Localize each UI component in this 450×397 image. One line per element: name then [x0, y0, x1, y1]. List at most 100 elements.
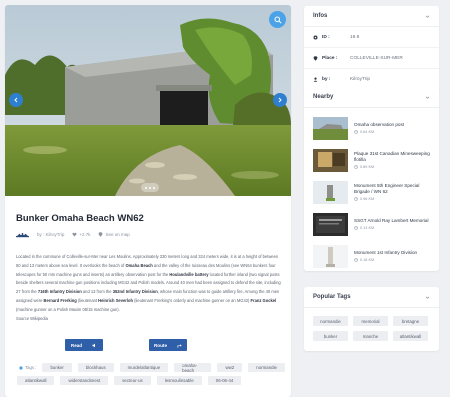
author-label[interactable]: by : KilroyTrip: [37, 232, 64, 237]
nearby-item[interactable]: Monument 5th Engineer Special Brigade / …: [304, 176, 439, 208]
chevron-down-icon: [425, 15, 430, 18]
nearby-name[interactable]: Plaque 31st Canadian Minesweeping flotil…: [354, 151, 430, 163]
nearby-thumbnail: [313, 116, 348, 140]
nearby-name[interactable]: Omaha observation post: [354, 122, 404, 128]
clock-icon: [354, 130, 358, 134]
read-button[interactable]: Read: [65, 339, 103, 351]
popular-tag[interactable]: bunker: [313, 331, 348, 341]
nearby-thumbnail: [313, 244, 348, 268]
info-panel: Infos ID : 19.9 Place : COLLEVILLE-SUR-MER b…: [304, 6, 439, 92]
tags-label: Tags :: [19, 365, 36, 370]
popular-header[interactable]: Popular Tags: [304, 287, 439, 308]
nearby-thumb[interactable]: [313, 116, 348, 140]
nearby-distance: 0.96 KM: [354, 197, 430, 201]
hero-photo[interactable]: [5, 5, 291, 196]
tag-chip[interactable]: omaha-beach: [174, 363, 212, 373]
info-key: ID :: [313, 35, 350, 40]
nearby-header[interactable]: Nearby: [304, 87, 439, 108]
info-header[interactable]: Infos: [304, 6, 439, 27]
bunker-photo: [5, 5, 291, 196]
nearby-item[interactable]: Plaque 31st Canadian Minesweeping flotil…: [304, 144, 439, 176]
heart-icon: [72, 232, 77, 236]
carousel-indicator[interactable]: [141, 183, 159, 192]
tag-chip[interactable]: atlantikwall: [17, 376, 55, 385]
info-key: Place :: [313, 56, 350, 61]
tag-chip[interactable]: widerstandsnest: [60, 376, 109, 385]
info-key-label: by :: [322, 77, 331, 82]
tag-chip[interactable]: bunker: [42, 363, 72, 372]
info-key-label: ID :: [322, 34, 330, 40]
article-description: Located in the commune of Colleville-sur…: [16, 254, 281, 321]
nearby-distance: 0.64 KM: [354, 130, 404, 134]
page-title: Bunker Omaha Beach WN62: [16, 213, 144, 224]
route-button[interactable]: Route: [149, 339, 187, 351]
nearby-name[interactable]: SSGT Arnold Ray Lambert Memorial: [354, 218, 428, 224]
distance-value: 0.18 KM: [360, 258, 375, 262]
nearby-thumb[interactable]: [313, 212, 348, 236]
zoom-button[interactable]: [269, 11, 286, 28]
distance-value: 0.89 KM: [360, 165, 375, 169]
main-card: Bunker Omaha Beach WN62 by : KilroyTrip …: [5, 5, 291, 397]
chevron-down-icon: [425, 96, 430, 99]
nearby-text: Monument 5th Engineer Special Brigade / …: [354, 183, 430, 201]
info-row: Place : COLLEVILLE-SUR-MER: [304, 48, 439, 69]
nearby-thumb[interactable]: [313, 244, 348, 268]
audio-icon: [92, 343, 96, 347]
nearby-distance: 0.89 KM: [354, 165, 430, 169]
nearby-item[interactable]: SSGT Arnold Ray Lambert Memorial 0.13 KM: [304, 208, 439, 240]
tag-chip[interactable]: ww2: [217, 363, 243, 372]
popular-tag[interactable]: memorial: [353, 316, 388, 326]
map-pin-icon: [99, 231, 103, 237]
see-on-map-link[interactable]: See on map: [98, 231, 130, 237]
tag-chip[interactable]: 06-06-44: [207, 376, 242, 385]
nearby-thumb[interactable]: [313, 148, 348, 172]
nearby-item[interactable]: Monument 1st Infantry Division 0.18 KM: [304, 240, 439, 272]
info-value[interactable]: COLLEVILLE-SUR-MER: [350, 56, 403, 61]
nearby-name[interactable]: Monument 5th Engineer Special Brigade / …: [354, 183, 430, 195]
kilroy-logo-icon: [16, 233, 29, 238]
tag-chip[interactable]: secteur-us: [114, 376, 151, 385]
article-meta: by : KilroyTrip +2.7k See on map: [16, 229, 130, 239]
nearby-text: Monument 1st Infantry Division 0.18 KM: [354, 250, 417, 262]
nearby-thumbnail: [313, 148, 348, 172]
nearby-item[interactable]: Omaha observation post 0.64 KM: [304, 112, 439, 144]
next-photo-button[interactable]: [273, 93, 287, 107]
nearby-thumbnail: [313, 212, 348, 236]
info-key-label: Place :: [322, 55, 338, 61]
info-value: 19.9: [350, 34, 360, 40]
distance-value: 0.64 KM: [360, 130, 375, 134]
popular-tag[interactable]: atlantikwall: [393, 331, 428, 341]
info-value[interactable]: KilroyTrip: [350, 77, 370, 82]
nearby-text: Plaque 31st Canadian Minesweeping flotil…: [354, 151, 430, 169]
popular-tag[interactable]: manche: [353, 331, 388, 341]
tag-chip[interactable]: normandie: [248, 363, 285, 372]
tag-icon: [19, 365, 23, 370]
distance-value: 0.13 KM: [360, 226, 375, 230]
popular-tag[interactable]: bretagne: [393, 316, 428, 326]
chevron-left-icon: [14, 97, 18, 103]
rating: +2.7k: [72, 232, 90, 237]
tag-list: Tags : bunker blockhaus murdelatlantique om…: [17, 363, 285, 389]
nearby-thumb[interactable]: [313, 180, 348, 204]
clock-icon: [354, 197, 358, 201]
nearby-name[interactable]: Monument 1st Infantry Division: [354, 250, 417, 256]
nearby-thumbnail: [313, 180, 348, 204]
avatar[interactable]: [16, 229, 29, 239]
nearby-distance: 0.13 KM: [354, 226, 428, 230]
nearby-text: Omaha observation post 0.64 KM: [354, 122, 404, 134]
search-icon: [274, 16, 282, 24]
chevron-right-icon: [278, 97, 282, 103]
prev-photo-button[interactable]: [9, 93, 23, 107]
tag-chip[interactable]: lesmoulinsable: [156, 376, 202, 385]
clock-icon: [354, 165, 358, 169]
source-link[interactable]: Source Wikipedia: [16, 316, 48, 321]
chevron-down-icon: [425, 296, 430, 299]
info-row: ID : 19.9: [304, 27, 439, 48]
place-icon: [313, 55, 318, 61]
tag-chip[interactable]: murdelatlantique: [119, 363, 169, 372]
tag-chip[interactable]: blockhaus: [77, 363, 114, 372]
user-icon: [313, 77, 318, 82]
distance-value: 0.96 KM: [360, 197, 375, 201]
info-key: by :: [313, 77, 350, 82]
popular-tag[interactable]: normandie: [313, 316, 348, 326]
